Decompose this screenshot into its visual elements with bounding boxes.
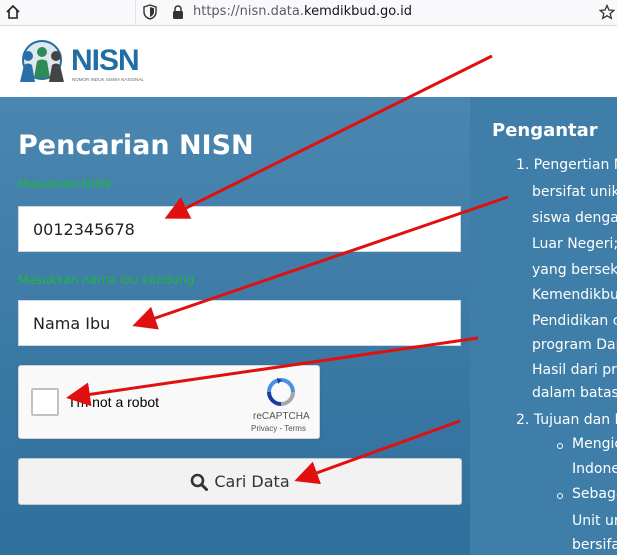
- intro-line: Kemendikbu: [532, 287, 617, 303]
- search-icon: [191, 473, 209, 491]
- main-content: Pencarian NISN Masukkan NISN Masukkan na…: [0, 97, 617, 555]
- search-button-label: Cari Data: [214, 472, 290, 491]
- recaptcha-brand: reCAPTCHA: [253, 411, 310, 422]
- intro-line: Sebaga: [572, 486, 617, 502]
- bullet-icon: [557, 493, 563, 499]
- intro-line: dalam batas: [532, 385, 617, 401]
- search-button[interactable]: Cari Data: [18, 458, 462, 505]
- bullet-icon: [557, 443, 563, 449]
- intro-line: Pendidikan c: [532, 313, 617, 329]
- students-logo-icon: [20, 40, 64, 82]
- intro-line: bersifat unik: [532, 184, 617, 200]
- intro-line: Hasil dari pro: [532, 362, 617, 378]
- bookmark-star-icon[interactable]: [599, 4, 615, 20]
- intro-line: bersifa: [572, 537, 617, 553]
- logo-tagline: NOMOR INDUK SISWA NASIONAL: [72, 77, 144, 82]
- recaptcha-widget: I'm not a robot reCAPTCHA Privacy - Term…: [18, 365, 320, 439]
- intro-line: siswa dengan: [532, 210, 617, 226]
- toolbar-divider: [135, 0, 136, 26]
- shield-icon[interactable]: [143, 4, 157, 20]
- intro-title: Pengantar: [492, 120, 598, 141]
- page-title: Pencarian NISN: [18, 130, 254, 161]
- intro-line: yang bersekc: [532, 262, 617, 278]
- site-header: NISN NOMOR INDUK SISWA NASIONAL: [0, 26, 617, 97]
- mother-name-input[interactable]: [18, 300, 461, 346]
- intro-line: Indone: [572, 461, 617, 477]
- url-domain: kemdikbud.go.id: [304, 4, 412, 19]
- mother-name-label: Masukkan nama ibu kandung: [18, 273, 195, 287]
- logo-wordmark: NISN: [71, 44, 140, 77]
- url-prefix: https://nisn.data.: [193, 4, 305, 19]
- intro-line: 1. Pengertian N: [516, 157, 617, 173]
- intro-line: Unit ur: [572, 513, 617, 529]
- intro-line: Luar Negeri;: [532, 236, 617, 252]
- intro-line: 2. Tujuan dan M: [516, 412, 617, 428]
- recaptcha-checkbox[interactable]: [31, 388, 59, 416]
- nisn-label: Masukkan NISN: [18, 177, 112, 191]
- lock-icon[interactable]: [171, 4, 185, 20]
- home-icon[interactable]: [4, 3, 22, 21]
- url-field[interactable]: https://nisn.data.kemdikbud.go.id: [193, 4, 412, 19]
- nisn-logo[interactable]: NISN NOMOR INDUK SISWA NASIONAL: [16, 38, 144, 88]
- intro-line: Mengic: [572, 436, 617, 452]
- recaptcha-icon: [267, 378, 295, 406]
- recaptcha-label: I'm not a robot: [70, 394, 160, 410]
- intro-line: program Dap: [532, 337, 617, 353]
- browser-toolbar: https://nisn.data.kemdikbud.go.id: [0, 0, 617, 26]
- recaptcha-links[interactable]: Privacy - Terms: [251, 424, 306, 433]
- nisn-input[interactable]: [18, 206, 461, 252]
